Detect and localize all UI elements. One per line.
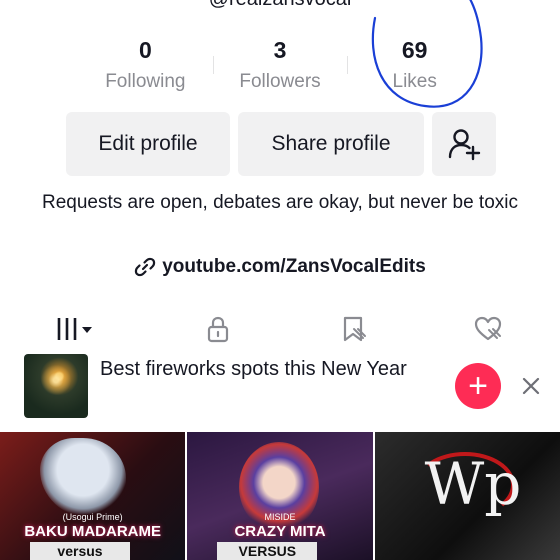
tab-private[interactable] bbox=[150, 304, 285, 354]
likes-count: 69 bbox=[401, 37, 428, 63]
tab-favorites[interactable] bbox=[285, 304, 420, 354]
video-thumbnail[interactable]: Wp bbox=[374, 432, 560, 560]
grid-videos-icon bbox=[57, 318, 92, 340]
video-tag: VERSUS bbox=[217, 542, 318, 560]
video-tag: versus bbox=[30, 542, 130, 560]
video-subtitle: (Usogui Prime) bbox=[62, 512, 123, 522]
profile-link-text: youtube.com/ZansVocalEdits bbox=[162, 256, 426, 277]
share-profile-button[interactable]: Share profile bbox=[238, 112, 424, 176]
fireworks-thumbnail bbox=[24, 354, 88, 418]
banner-add-button[interactable]: + bbox=[455, 363, 501, 409]
followers-count: 3 bbox=[273, 37, 287, 63]
lock-icon bbox=[207, 316, 228, 343]
video-thumbnail[interactable]: (Usogui Prime) BAKU MADARAME versus bbox=[0, 432, 186, 560]
tab-videos[interactable] bbox=[0, 304, 150, 354]
liked-heart-icon bbox=[474, 316, 501, 341]
profile-actions: Edit profile Share profile bbox=[66, 112, 496, 176]
character-artwork bbox=[40, 438, 126, 518]
likes-label: Likes bbox=[392, 71, 437, 92]
video-logo: Wp bbox=[424, 450, 522, 518]
video-thumbnail[interactable]: MISIDE CRAZY MITA VERSUS bbox=[187, 432, 373, 560]
profile-stats: 0 Following 3 Followers 69 Likes bbox=[78, 36, 482, 100]
video-caption: BAKU MADARAME bbox=[24, 523, 161, 540]
following-count: 0 bbox=[138, 37, 152, 63]
following-label: Following bbox=[105, 71, 186, 92]
video-subtitle: MISIDE bbox=[264, 512, 296, 522]
close-icon[interactable] bbox=[519, 374, 543, 398]
tab-liked[interactable] bbox=[420, 304, 555, 354]
profile-link[interactable]: youtube.com/ZansVocalEdits bbox=[0, 256, 560, 278]
followers-label: Followers bbox=[239, 71, 321, 92]
likes-stat[interactable]: 69 Likes bbox=[347, 36, 482, 100]
profile-username: @realzansvocal bbox=[0, 0, 560, 11]
banner-text: Best fireworks spots this New Year bbox=[100, 358, 407, 380]
profile-tabs bbox=[0, 304, 560, 354]
add-friend-button[interactable] bbox=[432, 112, 496, 176]
profile-bio: Requests are open, debates are okay, but… bbox=[41, 192, 518, 213]
edit-profile-button[interactable]: Edit profile bbox=[66, 112, 230, 176]
trending-banner[interactable]: Best fireworks spots this New Year + bbox=[0, 352, 560, 428]
video-caption: CRAZY MITA bbox=[234, 523, 326, 540]
firework-spark-decoration bbox=[38, 362, 74, 398]
link-icon bbox=[135, 257, 156, 277]
video-grid: (Usogui Prime) BAKU MADARAME versus MISI… bbox=[0, 432, 560, 560]
bookmark-icon bbox=[343, 316, 366, 342]
person-add-icon bbox=[448, 129, 481, 161]
followers-stat[interactable]: 3 Followers bbox=[212, 36, 348, 100]
following-stat[interactable]: 0 Following bbox=[78, 36, 213, 100]
